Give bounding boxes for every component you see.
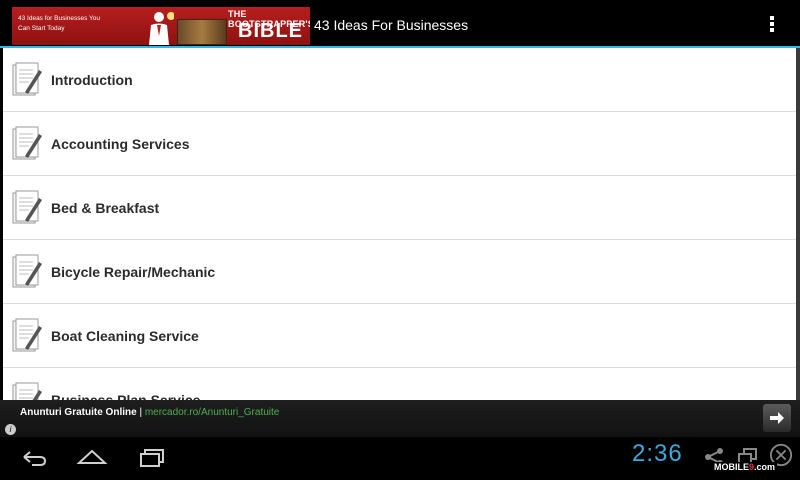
ad-title: Anunturi Gratuite Online bbox=[20, 407, 137, 418]
action-bar: 43 Ideas for Businesses You Can Start To… bbox=[0, 0, 800, 48]
recent-apps-icon[interactable] bbox=[136, 445, 168, 469]
list-item-label: Bed & Breakfast bbox=[51, 200, 160, 216]
home-icon[interactable] bbox=[76, 445, 108, 469]
arrow-right-icon bbox=[770, 412, 784, 424]
overflow-menu-icon[interactable] bbox=[766, 16, 778, 34]
app-banner-logo[interactable]: 43 Ideas for Businesses You Can Start To… bbox=[12, 7, 310, 45]
list-item-label: Business Plan Service bbox=[51, 392, 201, 400]
list-item[interactable]: Introduction bbox=[3, 48, 796, 112]
list-item[interactable]: Boat Cleaning Service bbox=[3, 304, 796, 368]
list-item-label: Accounting Services bbox=[51, 136, 190, 152]
document-pencil-icon bbox=[12, 190, 42, 224]
list-item-label: Boat Cleaning Service bbox=[51, 328, 199, 344]
list-item[interactable]: Bicycle Repair/Mechanic bbox=[3, 240, 796, 304]
back-icon[interactable] bbox=[18, 445, 50, 469]
list-item[interactable]: Business Plan Service bbox=[3, 368, 796, 400]
ad-go-button[interactable] bbox=[763, 404, 791, 432]
screen-edge bbox=[796, 48, 800, 400]
document-pencil-icon bbox=[12, 254, 42, 288]
document-pencil-icon bbox=[12, 318, 42, 352]
list-item[interactable]: Bed & Breakfast bbox=[3, 176, 796, 240]
books-image bbox=[177, 19, 227, 45]
app-title: 43 Ideas For Businesses bbox=[314, 17, 469, 33]
document-pencil-icon bbox=[12, 126, 42, 160]
list-item-label: Bicycle Repair/Mechanic bbox=[51, 264, 216, 280]
ad-separator: | bbox=[136, 407, 145, 418]
status-clock: 2:36 bbox=[632, 440, 683, 467]
ad-url[interactable]: mercador.ro/Anunturi_Gratuite bbox=[145, 407, 280, 418]
document-pencil-icon bbox=[12, 62, 42, 96]
document-pencil-icon bbox=[12, 382, 42, 400]
banner-tagline: 43 Ideas for Businesses You Can Start To… bbox=[18, 15, 101, 32]
ad-info-icon[interactable]: i bbox=[5, 424, 16, 435]
businessman-figure-icon bbox=[149, 12, 174, 45]
topic-list[interactable]: Introduction Accounting Services Bed & B… bbox=[3, 48, 796, 400]
ad-banner[interactable]: Anunturi Gratuite Online | mercador.ro/A… bbox=[0, 400, 800, 437]
ad-text[interactable]: Anunturi Gratuite Online | mercador.ro/A… bbox=[20, 407, 279, 418]
list-item[interactable]: Accounting Services bbox=[3, 112, 796, 176]
list-item-label: Introduction bbox=[51, 72, 133, 88]
banner-title-big: BIBLE bbox=[238, 20, 303, 42]
watermark-logo: MOBILE9.com bbox=[712, 462, 778, 472]
